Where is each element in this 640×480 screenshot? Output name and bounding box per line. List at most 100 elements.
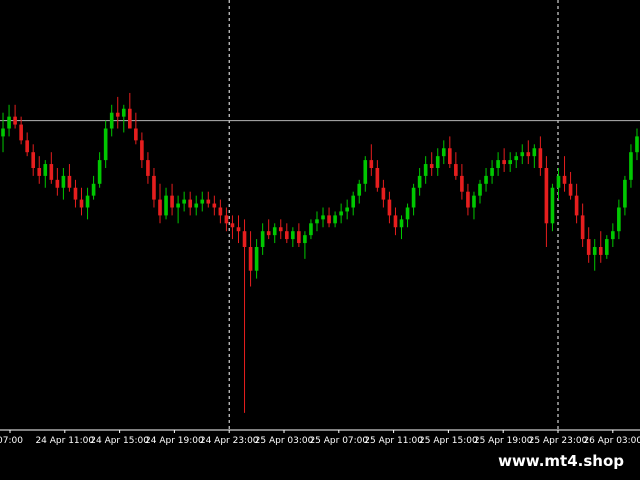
candle-body-bull (592, 247, 597, 255)
candle-body-bear (206, 199, 211, 204)
candle-body-bull (556, 175, 561, 188)
x-axis-tick-label: 25 Apr 19:00 (474, 436, 533, 446)
candle-body-bull (417, 175, 422, 188)
candle-body-bull (357, 183, 362, 196)
candle-body-bear (266, 231, 271, 236)
candle-body-bull (550, 187, 555, 224)
candle-body-bear (152, 175, 156, 200)
candle-body-bull (351, 195, 356, 208)
candle-body-bull (103, 128, 108, 161)
candle-body-bear (115, 112, 120, 117)
candle-body-bull (520, 152, 525, 157)
candle-body-bull (260, 231, 265, 247)
candle-body-bull (121, 108, 126, 117)
candle-body-bear (188, 199, 192, 208)
candle-body-bull (254, 247, 259, 271)
candle-body-bull (490, 168, 494, 176)
candle-body-bear (67, 175, 72, 188)
candle-body-bear (393, 215, 398, 228)
candle-body-bear (381, 187, 386, 200)
candle-body-bear (526, 152, 531, 157)
candle-body-bear (158, 199, 162, 216)
candle-body-bull (109, 112, 114, 129)
candle-body-bear (19, 124, 23, 141)
candle-body-bull (423, 164, 428, 176)
chart-background (0, 0, 640, 480)
candle-body-bear (128, 108, 132, 129)
candle-body-bull (611, 231, 615, 240)
candle-body-bear (284, 231, 289, 240)
candle-body-bear (568, 183, 573, 196)
candle-body-bear (502, 160, 506, 165)
candle-body-bear (387, 199, 392, 216)
x-axis-tick-label: 24 Apr 19:00 (145, 436, 204, 446)
candle-body-bull (435, 156, 440, 168)
candle-body-bull (484, 175, 488, 184)
candle-body-bear (73, 187, 78, 200)
candle-body-bull (441, 148, 446, 157)
candle-body-bull (164, 195, 168, 216)
candle-body-bull (61, 175, 66, 188)
candle-body-bear (375, 168, 380, 188)
candle-body-bear (574, 195, 579, 216)
x-axis-tick-label: 24 Apr 15:00 (90, 436, 149, 446)
candle-body-bear (25, 140, 29, 153)
candle-body-bull (97, 160, 102, 184)
x-axis-tick-label: 25 Apr 15:00 (419, 436, 478, 446)
candle-body-bull (272, 227, 277, 236)
x-axis-tick-label: 07:00 (0, 436, 23, 446)
candle-body-bear (429, 164, 434, 168)
candle-body-bear (146, 160, 150, 176)
candle-body-bull (363, 160, 368, 184)
candle-body-bear (297, 231, 301, 244)
candle-body-bull (194, 203, 199, 208)
chart-canvas: 07:00 24 Apr 11:0024 Apr 15:0024 Apr 19:0… (0, 0, 640, 480)
candle-body-bear (242, 231, 247, 247)
candle-body-bear (538, 148, 543, 168)
candle-body-bear (369, 160, 374, 168)
x-axis-tick-label: 25 Apr 07:00 (309, 436, 368, 446)
candle-body-bull (635, 136, 639, 153)
candle-body-bear (13, 116, 17, 125)
candle-body-bear (134, 128, 138, 141)
x-axis-tick-label: 24 Apr 11:00 (35, 436, 94, 446)
candle-body-bull (478, 183, 482, 196)
x-axis-tick-label: 25 Apr 23:00 (529, 436, 588, 446)
candle-body-bear (31, 152, 36, 168)
candle-body-bull (333, 215, 337, 224)
candle-body-bull (182, 199, 186, 204)
candle-body-bull (43, 164, 48, 176)
candle-body-bull (617, 207, 621, 232)
candle-body-bear (230, 223, 235, 228)
candle-body-bull (411, 187, 416, 208)
candle-body-bear (327, 215, 331, 224)
candlestick-chart: 07:00 24 Apr 11:0024 Apr 15:0024 Apr 19:0… (0, 0, 640, 480)
candle-body-bear (55, 179, 60, 188)
candle-body-bear (212, 203, 217, 208)
candle-body-bull (339, 211, 343, 216)
candle-body-bear (218, 207, 223, 216)
candle-body-bear (79, 199, 84, 208)
candle-body-bull (604, 239, 609, 255)
candle-body-bull (623, 179, 627, 208)
candle-body-bear (224, 215, 229, 224)
candle-body-bull (291, 231, 295, 240)
candle-body-bear (236, 227, 241, 232)
candle-body-bull (321, 215, 325, 220)
candle-body-bull (309, 223, 313, 236)
x-axis-tick-label: 25 Apr 03:00 (255, 436, 314, 446)
candle-body-bull (85, 195, 90, 208)
candle-body-bull (399, 219, 404, 228)
candle-body-bull (303, 235, 307, 244)
candle-body-bear (544, 168, 549, 224)
watermark-label: www.mt4.shop (488, 448, 634, 474)
candle-body-bear (586, 239, 591, 255)
candle-body-bull (514, 156, 519, 161)
candle-body-bull (1, 128, 5, 137)
candle-body-bear (466, 191, 470, 208)
candle-body-bull (508, 160, 512, 165)
candle-body-bear (562, 175, 567, 184)
candle-body-bull (176, 203, 180, 208)
candle-body-bear (278, 227, 283, 232)
candle-body-bear (580, 215, 585, 240)
